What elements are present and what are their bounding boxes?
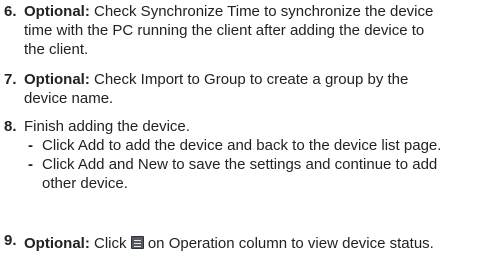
step-number: 8. — [4, 118, 17, 135]
step-text-after-icon: on Operation column to view device statu… — [147, 235, 434, 252]
operation-list-icon — [130, 236, 144, 249]
step-line: Check Synchronize Time to synchronize th… — [94, 3, 434, 20]
step-line: Check Import to Group to create a group … — [94, 71, 409, 88]
optional-label: Optional: — [24, 3, 90, 20]
sub-item-line: Click Add to add the device and back to … — [42, 137, 442, 154]
step-line: Finish adding the device. — [24, 118, 190, 135]
sub-item-line: Click Add and New to save the settings a… — [42, 156, 438, 173]
step-line: time with the PC running the client afte… — [24, 22, 425, 39]
document-page: 6. Optional: Check Synchronize Time to s… — [0, 0, 496, 257]
step-text: Optional: Check Synchronize Time to sync… — [24, 2, 494, 59]
step-number: 9. — [4, 232, 17, 249]
step-text-before-icon: Click — [94, 235, 127, 252]
step-text: Finish adding the device. — [24, 117, 494, 136]
step-line: device name. — [24, 90, 114, 107]
sub-item-line: other device. — [42, 175, 128, 192]
step-number: 7. — [4, 71, 17, 88]
optional-label: Optional: — [24, 71, 90, 88]
step-number: 6. — [4, 3, 17, 20]
optional-label: Optional: — [24, 235, 90, 252]
step-line: the client. — [24, 41, 89, 58]
bullet-dash: - — [28, 137, 33, 154]
step-text: Optional: Click on Operation column to v… — [24, 234, 494, 253]
bullet-dash: - — [28, 156, 33, 173]
step-text: Optional: Check Import to Group to creat… — [24, 70, 494, 108]
